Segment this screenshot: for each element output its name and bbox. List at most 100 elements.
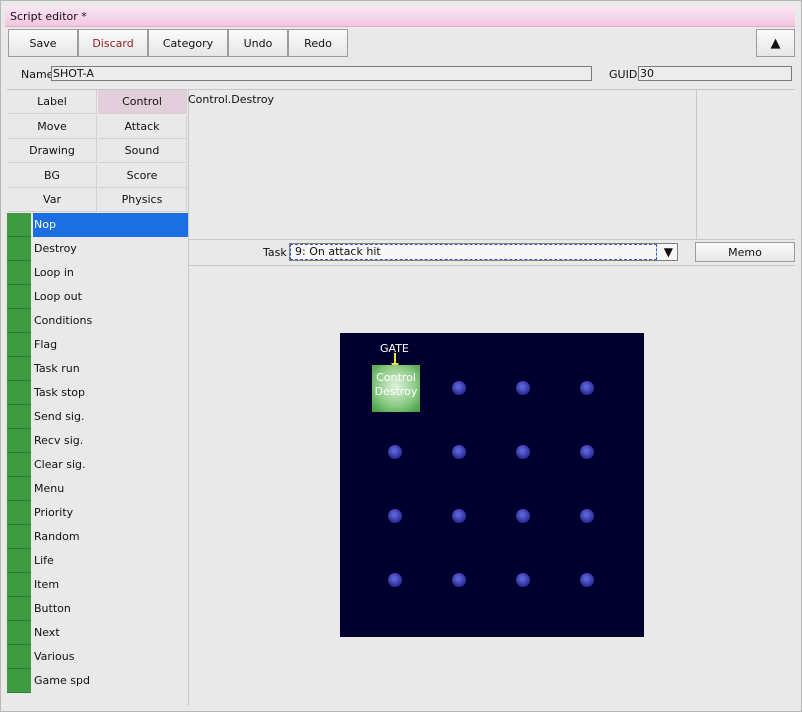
command-swatch (7, 381, 31, 405)
command-label: Loop out (34, 290, 82, 303)
category-tab-score[interactable]: Score (98, 163, 187, 188)
guid-label: GUID (609, 68, 638, 81)
category-tab-attack[interactable]: Attack (98, 114, 187, 139)
command-item[interactable]: Loop in (7, 261, 188, 285)
command-item[interactable]: Send sig. (7, 405, 188, 429)
command-item[interactable]: Task stop (7, 381, 188, 405)
command-label: Flag (34, 338, 58, 351)
collapse-button[interactable]: ▲ (756, 29, 795, 57)
command-item[interactable]: Random (7, 525, 188, 549)
undo-button[interactable]: Undo (228, 29, 288, 57)
command-swatch (7, 357, 31, 381)
empty-slot-dot[interactable] (452, 573, 466, 587)
category-tab-physics[interactable]: Physics (98, 188, 187, 213)
command-item[interactable]: Task run (7, 357, 188, 381)
command-node[interactable]: Control Destroy (372, 365, 420, 412)
node-category: Control (376, 371, 416, 384)
command-label: Clear sig. (34, 458, 86, 471)
divider (189, 239, 795, 240)
command-swatch (7, 477, 31, 501)
command-swatch (7, 645, 31, 669)
category-tab-var[interactable]: Var (8, 188, 97, 213)
empty-slot-dot[interactable] (516, 509, 530, 523)
redo-button[interactable]: Redo (288, 29, 348, 57)
discard-button[interactable]: Discard (78, 29, 148, 57)
command-item[interactable]: Loop out (7, 285, 188, 309)
command-label: Next (34, 626, 60, 639)
command-swatch (7, 549, 31, 573)
command-label: Loop in (34, 266, 74, 279)
command-swatch (7, 309, 31, 333)
guid-field[interactable]: 30 (638, 66, 792, 81)
empty-slot-dot[interactable] (516, 573, 530, 587)
save-button[interactable]: Save (8, 29, 78, 57)
empty-slot-dot[interactable] (452, 381, 466, 395)
task-label: Task (263, 246, 287, 259)
command-swatch (7, 525, 31, 549)
script-editor-window: Script editor * Save Discard Category Un… (0, 0, 802, 712)
empty-slot-dot[interactable] (452, 509, 466, 523)
empty-slot-dot[interactable] (516, 381, 530, 395)
category-tab-bg[interactable]: BG (8, 163, 97, 188)
empty-slot-dot[interactable] (580, 509, 594, 523)
empty-slot-dot[interactable] (580, 445, 594, 459)
empty-slot-dot[interactable] (452, 445, 466, 459)
command-item[interactable]: Priority (7, 501, 188, 525)
command-swatch (7, 333, 31, 357)
empty-slot-dot[interactable] (580, 573, 594, 587)
command-label: Task run (34, 362, 80, 375)
command-list: Nop Destroy Loop in Loop out Conditions Flag T… (7, 213, 188, 705)
command-swatch (7, 429, 31, 453)
empty-slot-dot[interactable] (388, 573, 402, 587)
command-swatch (7, 597, 31, 621)
command-item[interactable]: Next (7, 621, 188, 645)
window-title: Script editor * (10, 10, 87, 23)
command-item[interactable]: Item (7, 573, 188, 597)
command-item[interactable]: Conditions (7, 309, 188, 333)
task-select[interactable]: 9: On attack hit ▼ (289, 243, 678, 261)
command-item[interactable]: Menu (7, 477, 188, 501)
command-swatch (7, 501, 31, 525)
command-swatch (7, 669, 31, 693)
command-item[interactable]: Destroy (7, 237, 188, 261)
command-label: Send sig. (34, 410, 85, 423)
command-item[interactable]: Life (7, 549, 188, 573)
category-tab-control[interactable]: Control (98, 90, 187, 114)
command-label: Random (34, 530, 80, 543)
command-label: Priority (34, 506, 74, 519)
command-swatch (7, 573, 31, 597)
command-label: Button (34, 602, 71, 615)
empty-slot-dot[interactable] (388, 445, 402, 459)
command-label: Destroy (34, 242, 77, 255)
command-label: Life (34, 554, 54, 567)
category-tab-label[interactable]: Label (8, 90, 97, 114)
command-item[interactable]: Nop (7, 213, 188, 237)
empty-slot-dot[interactable] (388, 509, 402, 523)
command-label: Menu (34, 482, 65, 495)
command-item[interactable]: Various (7, 645, 188, 669)
task-select-value: 9: On attack hit (290, 244, 657, 260)
command-item[interactable]: Flag (7, 333, 188, 357)
category-button[interactable]: Category (148, 29, 228, 57)
command-item[interactable]: Recv sig. (7, 429, 188, 453)
name-field[interactable]: SHOT-A (51, 66, 592, 81)
command-swatch (7, 621, 31, 645)
empty-slot-dot[interactable] (516, 445, 530, 459)
divider (696, 90, 697, 239)
command-item[interactable]: Clear sig. (7, 453, 188, 477)
category-tab-drawing[interactable]: Drawing (8, 139, 97, 164)
command-label: Task stop (34, 386, 85, 399)
empty-slot-dot[interactable] (580, 381, 594, 395)
command-label: Recv sig. (34, 434, 84, 447)
command-swatch (7, 213, 31, 237)
title-bar: Script editor * (5, 6, 795, 27)
command-swatch (7, 237, 31, 261)
memo-button[interactable]: Memo (695, 242, 795, 262)
command-item[interactable]: Game spd (7, 669, 188, 693)
script-graph-canvas[interactable]: GATE Control Destroy (340, 333, 644, 637)
category-tab-move[interactable]: Move (8, 114, 97, 139)
divider (188, 90, 189, 706)
name-label: Name (21, 68, 54, 81)
category-tab-sound[interactable]: Sound (98, 139, 187, 164)
command-item[interactable]: Button (7, 597, 188, 621)
